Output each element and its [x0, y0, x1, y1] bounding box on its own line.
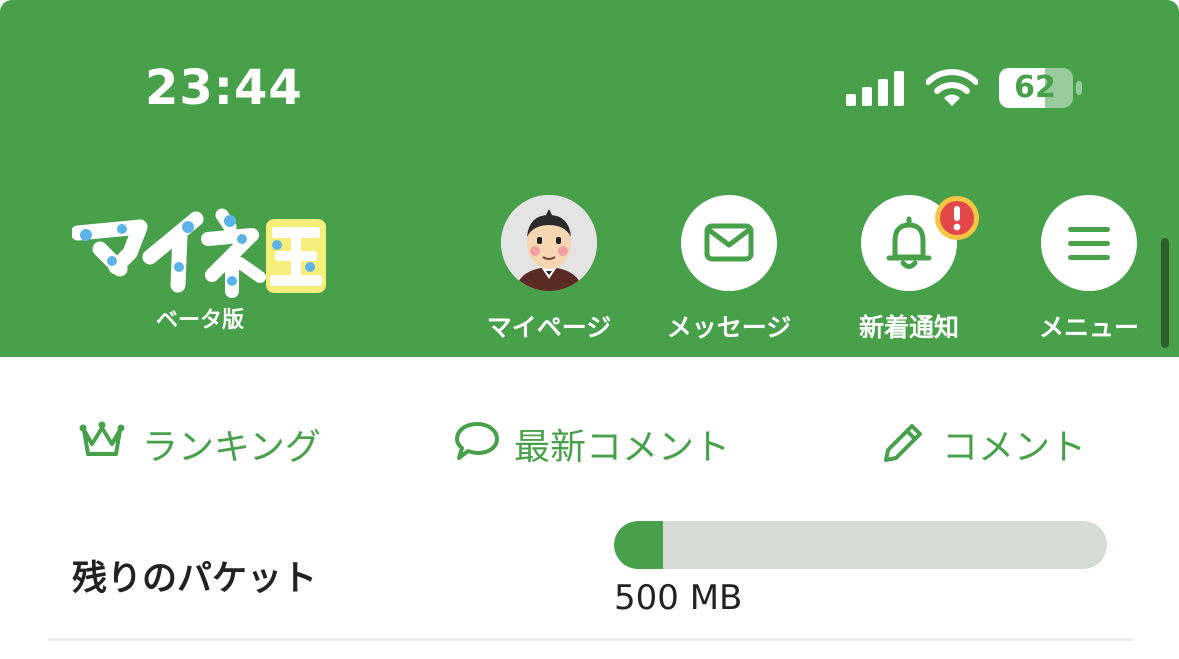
subnav-label: 最新コメント — [514, 427, 731, 468]
packet-progress-fill — [614, 521, 664, 569]
packet-value: 500 MB — [614, 578, 743, 618]
battery-percent: 62 — [1014, 70, 1056, 105]
scrollbar[interactable] — [1161, 238, 1169, 348]
nav-mypage[interactable]: マイページ — [464, 195, 634, 345]
nav-messages[interactable]: メッセージ — [644, 195, 814, 345]
cellular-signal-icon — [846, 71, 904, 106]
divider — [48, 638, 1132, 641]
hamburger-icon — [1068, 227, 1110, 260]
nav-notifications[interactable]: 新着通知 — [824, 195, 994, 345]
nav-label: メニュー — [1038, 313, 1139, 342]
status-time: 23:44 — [145, 60, 303, 116]
subnav-comment[interactable]: コメント — [880, 418, 1090, 468]
nav-circle[interactable] — [1041, 195, 1137, 291]
pencil-icon — [884, 424, 922, 462]
packet-progress-bar — [614, 521, 1107, 569]
subnav-latest-comments[interactable]: 最新コメント — [454, 418, 734, 468]
envelope-icon — [704, 223, 754, 262]
subnav-label: コメント — [942, 427, 1087, 468]
nav-label: 新着通知 — [858, 313, 959, 342]
wifi-icon — [926, 69, 978, 106]
packet-label: 残りのパケット — [72, 559, 318, 599]
crown-icon — [79, 421, 125, 456]
nav-label: メッセージ — [666, 313, 792, 342]
subnav-label: ランキング — [142, 427, 321, 468]
notification-badge — [935, 196, 979, 240]
speech-bubble-icon — [455, 422, 499, 460]
nav-circle[interactable] — [681, 195, 777, 291]
nav-menu[interactable]: メニュー — [1004, 195, 1174, 345]
mineo-logo[interactable] — [72, 205, 332, 300]
subnav-ranking[interactable]: ランキング — [78, 418, 328, 468]
avatar[interactable] — [501, 195, 597, 291]
nav-label: マイページ — [486, 313, 612, 342]
logo-subtitle: ベータ版 — [155, 308, 244, 333]
